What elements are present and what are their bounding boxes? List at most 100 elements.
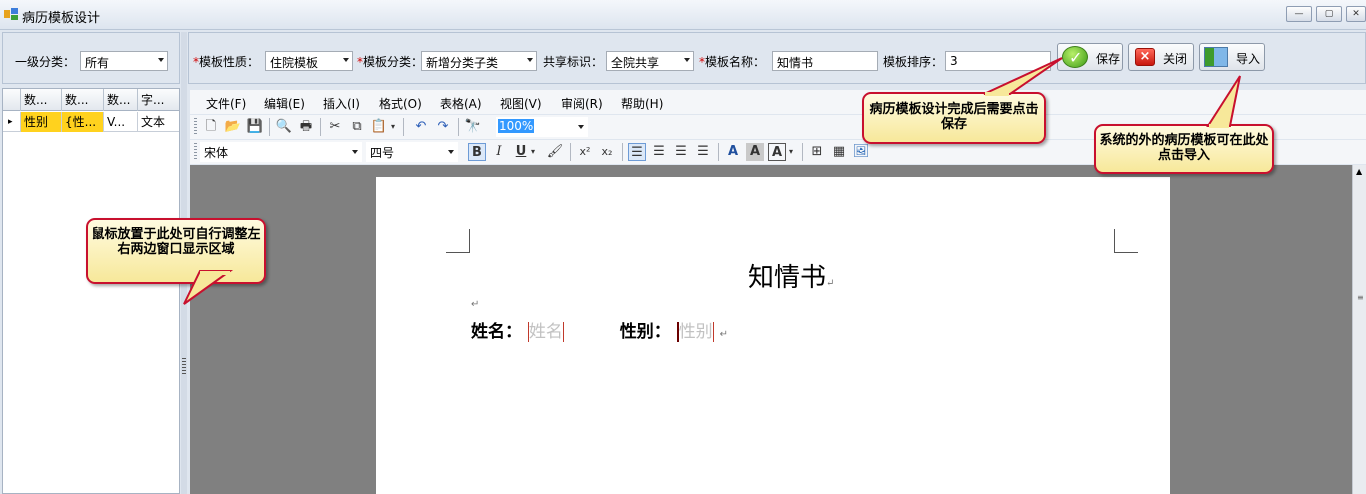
paragraph-mark: ↵ xyxy=(471,299,480,310)
grid-header-cell[interactable]: 数... xyxy=(21,89,62,111)
grid-cell[interactable]: {性... xyxy=(62,112,104,132)
menu-view[interactable]: 视图(V) xyxy=(500,95,542,112)
zoom-value: 100% xyxy=(498,119,535,133)
level1-select[interactable]: 所有 xyxy=(80,51,168,71)
vertical-scrollbar[interactable]: ▲ ≡ xyxy=(1352,165,1366,494)
menu-insert[interactable]: 插入(I) xyxy=(323,95,360,112)
menu-help[interactable]: 帮助(H) xyxy=(621,95,663,112)
chevron-down-icon xyxy=(578,125,584,129)
new-document-icon[interactable]: 🗋 xyxy=(202,118,220,136)
print-preview-icon[interactable]: 🔍 xyxy=(275,118,293,136)
menu-review[interactable]: 审阅(R) xyxy=(561,95,603,112)
font-size-value: 四号 xyxy=(370,146,395,160)
category-select[interactable]: 新增分类子类 xyxy=(421,51,537,71)
toolbar-separator xyxy=(403,118,404,136)
save-disk-icon[interactable]: 💾 xyxy=(246,118,264,136)
import-button[interactable]: 导入 xyxy=(1199,43,1265,71)
grid-corner xyxy=(3,89,21,111)
category-label: *模板分类： xyxy=(357,53,423,70)
maximize-button[interactable]: ▢ xyxy=(1316,6,1342,22)
redo-icon[interactable]: ↷ xyxy=(434,118,452,136)
chevron-down-icon xyxy=(527,58,533,62)
chevron-down-icon xyxy=(448,150,454,154)
document-title[interactable]: 知情书↵ xyxy=(748,257,834,294)
menu-edit[interactable]: 编辑(E) xyxy=(264,95,305,112)
toolbar-separator xyxy=(718,143,719,161)
insert-table-icon[interactable]: ⊞ xyxy=(808,143,826,161)
name-input[interactable]: 知情书 xyxy=(772,51,878,71)
char-border-icon[interactable]: A xyxy=(768,143,786,161)
callout-pointer-icon xyxy=(1206,75,1241,128)
close-window-button[interactable]: ✕ xyxy=(1346,6,1366,22)
table-properties-icon[interactable]: ▦ xyxy=(830,143,848,161)
align-left-icon[interactable]: ☰ xyxy=(628,143,646,161)
save-tip-text: 病历模板设计完成后需要点击保存 xyxy=(869,102,1039,132)
document-page[interactable]: 知情书↵ ↵ 姓名： 姓名 性别： 性别 ↵ xyxy=(376,177,1170,494)
close-button[interactable]: × 关闭 xyxy=(1128,43,1194,71)
font-family-select[interactable]: 宋体 xyxy=(200,142,362,162)
toolbar-grip[interactable] xyxy=(194,118,197,136)
paste-icon[interactable]: 📋 xyxy=(370,118,388,136)
align-justify-icon[interactable]: ☰ xyxy=(694,143,712,161)
nature-select[interactable]: 住院模板 xyxy=(265,51,353,71)
menu-format[interactable]: 格式(O) xyxy=(379,95,422,112)
share-select[interactable]: 全院共享 xyxy=(606,51,694,71)
chevron-down-icon[interactable]: ▾ xyxy=(528,143,538,161)
align-right-icon[interactable]: ☰ xyxy=(672,143,690,161)
cut-icon[interactable]: ✂ xyxy=(326,118,344,136)
grid-header-cell[interactable]: 字... xyxy=(138,89,179,111)
patient-info-line[interactable]: 姓名： 姓名 性别： 性别 ↵ xyxy=(471,317,728,342)
toolbar-grip[interactable] xyxy=(194,143,197,161)
grid-cell[interactable]: V... xyxy=(104,112,138,132)
chevron-down-icon[interactable]: ▾ xyxy=(786,143,796,161)
format-painter-icon[interactable]: 🖌 xyxy=(546,143,564,161)
grid-header-cell[interactable]: 数... xyxy=(62,89,104,111)
paragraph-mark: ↵ xyxy=(826,278,835,289)
template-form-bar: *模板性质： 住院模板 *模板分类： 新增分类子类 共享标识： 全院共享 *模板… xyxy=(188,32,1366,84)
name-input-field[interactable]: 姓名 xyxy=(527,322,564,342)
splitter-tip-text: 鼠标放置于此处可自行调整左右两边窗口显示区域 xyxy=(91,227,261,257)
copy-icon[interactable]: ⧉ xyxy=(348,118,366,136)
menu-table[interactable]: 表格(A) xyxy=(440,95,482,112)
category-value: 新增分类子类 xyxy=(426,56,499,70)
level1-value: 所有 xyxy=(85,56,110,70)
zoom-select[interactable]: 100% xyxy=(496,117,588,137)
minimize-button[interactable]: — xyxy=(1286,6,1312,22)
chevron-down-icon xyxy=(158,58,164,62)
scroll-up-icon[interactable]: ▲ xyxy=(1356,167,1362,176)
find-icon[interactable]: 🔭 xyxy=(464,118,482,136)
grid-cell[interactable]: 文本 xyxy=(138,112,179,132)
category-label-text: 模板分类： xyxy=(363,55,424,69)
grid-cell[interactable]: 性别 xyxy=(21,112,62,132)
import-tip-text: 系统的外的病历模板可在此处点击导入 xyxy=(1099,133,1269,163)
splitter-grip-icon[interactable] xyxy=(182,358,186,374)
table-row[interactable]: ▸ 性别 {性... V... 文本 xyxy=(3,112,179,132)
subscript-icon[interactable]: x₂ xyxy=(598,143,616,161)
font-family-value: 宋体 xyxy=(204,146,229,160)
bold-button[interactable]: B xyxy=(468,143,486,161)
paragraph-mark: ↵ xyxy=(719,329,728,340)
gender-input-field[interactable]: 性别 xyxy=(676,322,714,342)
font-color-icon[interactable]: A xyxy=(724,143,742,161)
print-icon[interactable]: 🖶 xyxy=(297,118,315,136)
superscript-icon[interactable]: x² xyxy=(576,143,594,161)
toolbar-separator xyxy=(570,143,571,161)
grid-header-cell[interactable]: 数... xyxy=(104,89,138,111)
close-icon: × xyxy=(1135,48,1155,66)
menu-file[interactable]: 文件(F) xyxy=(206,95,246,112)
font-size-select[interactable]: 四号 xyxy=(366,142,458,162)
chevron-down-icon[interactable]: ▾ xyxy=(388,118,398,136)
insert-image-icon[interactable]: 🖼 xyxy=(852,143,870,161)
italic-button[interactable]: I xyxy=(490,143,508,161)
open-folder-icon[interactable]: 📂 xyxy=(224,118,242,136)
toolbar-separator xyxy=(320,118,321,136)
chevron-down-icon xyxy=(352,150,358,154)
import-tip-callout: 系统的外的病历模板可在此处点击导入 xyxy=(1094,124,1274,174)
save-label: 保存 xyxy=(1096,52,1121,66)
scroll-grip-icon[interactable]: ≡ xyxy=(1357,293,1364,302)
document-title-text[interactable]: 知情书 xyxy=(748,263,826,293)
undo-icon[interactable]: ↶ xyxy=(412,118,430,136)
highlight-color-icon[interactable]: A xyxy=(746,143,764,161)
app-icon xyxy=(4,8,18,20)
align-center-icon[interactable]: ☰ xyxy=(650,143,668,161)
